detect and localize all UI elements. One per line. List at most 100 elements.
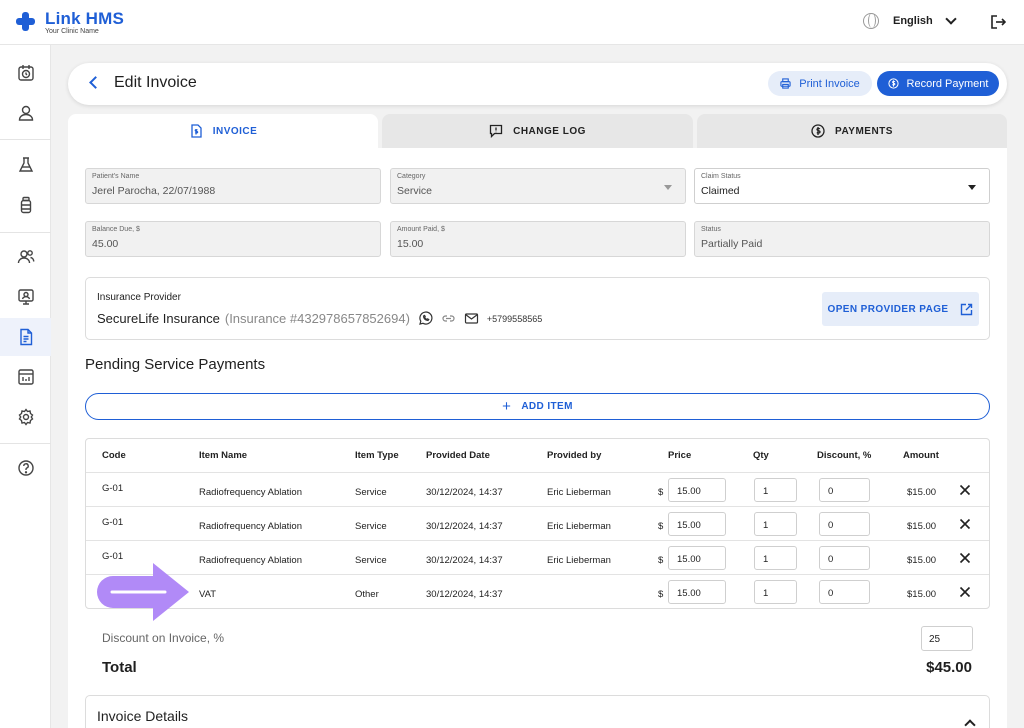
help-icon [17,460,34,476]
cell-provided-by: Eric Lieberman [547,487,611,498]
print-invoice-label: Print Invoice [799,77,860,90]
app-logo[interactable]: Link HMS Your Clinic Name [16,10,124,36]
sidebar-item-reports[interactable] [0,358,51,396]
sidebar-item-appointments[interactable] [0,54,51,92]
tab-invoice[interactable]: INVOICE [68,114,378,148]
cell-provided-by: Eric Lieberman [547,555,611,566]
field-value: Claimed [701,185,740,197]
cell-code: G-01 [102,483,124,494]
price-input[interactable]: 15.00 [668,546,726,570]
sidebar-item-help[interactable] [0,449,51,487]
cell-item-type: Service [355,487,387,498]
discount-input[interactable]: 0 [819,478,870,502]
discount-input[interactable]: 0 [819,512,870,536]
whatsapp-icon[interactable] [418,311,433,326]
total-label: Total [102,659,137,676]
language-label: English [893,15,933,27]
discount-input[interactable]: 0 [819,580,870,604]
close-icon[interactable] [959,552,971,564]
currency-symbol: $ [658,589,664,600]
cell-provided-date: 30/12/2024, 14:37 [426,521,503,532]
qty-input[interactable]: 1 [754,580,797,604]
price-input[interactable]: 15.00 [668,478,726,502]
table-row: G-01 Radiofrequency Ablation Service 30/… [86,472,989,506]
cell-item-name: Radiofrequency Ablation [199,521,302,532]
category-select: Category Service [390,168,686,204]
add-item-button[interactable]: + ADD ITEM [85,393,990,420]
column-header: Price [668,450,692,461]
insurance-number: (Insurance #432978657852694) [224,311,410,326]
cell-amount: $15.00 [907,555,937,566]
record-payment-button[interactable]: Record Payment [877,71,999,96]
sidebar-item-settings[interactable] [0,398,51,436]
field-value: Jerel Parocha, 22/07/1988 [92,185,216,197]
email-icon[interactable] [464,311,479,326]
link-icon[interactable] [441,311,456,326]
plus-icon: + [502,398,512,415]
language-selector[interactable]: English [863,13,957,29]
logout-icon[interactable] [990,14,1006,30]
dollar-circle-icon [887,78,899,89]
amount-paid-field: Amount Paid, $ 15.00 [390,221,686,257]
discount-input[interactable]: 0 [819,546,870,570]
dollar-circle-icon [811,124,825,138]
tab-invoice-label: INVOICE [212,125,258,137]
cell-item-name: VAT [199,589,217,600]
cell-amount: $15.00 [907,521,937,532]
column-header: Provided Date [426,450,490,461]
price-input[interactable]: 15.00 [668,580,726,604]
column-header: Amount [903,450,939,461]
close-icon[interactable] [959,586,971,598]
add-item-label: ADD ITEM [521,401,573,412]
insurance-provider-info: SecureLife Insurance (Insurance #4329786… [97,311,542,326]
sidebar-item-lab[interactable] [0,146,51,184]
cell-amount: $15.00 [907,589,937,600]
insurance-phone: +5799558565 [486,313,543,324]
close-icon[interactable] [959,484,971,496]
comment-alert-icon [489,124,503,138]
close-icon[interactable] [959,518,971,530]
calendar-clock-icon [17,65,34,81]
field-label: Category [397,173,426,180]
invoice-icon [191,124,202,138]
sidebar-item-invoices[interactable] [0,318,51,356]
claim-status-select[interactable]: Claim Status Claimed [694,168,990,204]
insurance-provider-card: Insurance Provider SecureLife Insurance … [85,277,990,340]
column-header: Qty [753,450,769,461]
tab-payments-label: PAYMENTS [835,125,893,137]
patient-name-field: Patient's Name Jerel Parocha, 22/07/1988 [85,168,381,204]
cell-provided-by: Eric Lieberman [547,521,611,532]
tab-change-log[interactable]: CHANGE LOG [382,114,693,148]
sidebar-item-telemedicine[interactable] [0,278,51,316]
monitor-user-icon [17,289,34,305]
invoice-details-section[interactable]: Invoice Details [85,695,990,728]
qty-input[interactable]: 1 [754,546,797,570]
qty-input[interactable]: 1 [754,512,797,536]
back-arrow-icon[interactable] [89,76,102,89]
cell-provided-date: 30/12/2024, 14:37 [426,487,503,498]
open-provider-page-button[interactable]: OPEN PROVIDER PAGE [822,292,979,326]
printer-icon [780,78,791,89]
cell-item-type: Service [355,521,387,532]
invoice-discount-input[interactable]: 25 [921,626,973,651]
report-icon [17,369,34,385]
field-value: Service [397,185,433,197]
currency-symbol: $ [658,487,664,498]
print-invoice-button[interactable]: Print Invoice [768,71,872,96]
user-icon [18,105,33,121]
cell-item-type: Other [355,589,379,600]
chevron-up-icon[interactable] [964,719,976,728]
sidebar-item-pharmacy[interactable] [0,186,51,224]
status-field: Status Partially Paid [694,221,990,257]
field-value: Partially Paid [701,238,763,250]
caret-down-icon [968,185,976,190]
price-input[interactable]: 15.00 [668,512,726,536]
currency-symbol: $ [658,521,664,532]
pending-payments-title: Pending Service Payments [85,356,266,373]
column-header: Item Name [199,450,248,461]
tab-payments[interactable]: PAYMENTS [697,114,1007,148]
sidebar-item-patients[interactable] [0,94,51,132]
sidebar-item-staff[interactable] [0,238,51,276]
qty-input[interactable]: 1 [754,478,797,502]
field-label: Claim Status [701,173,741,180]
